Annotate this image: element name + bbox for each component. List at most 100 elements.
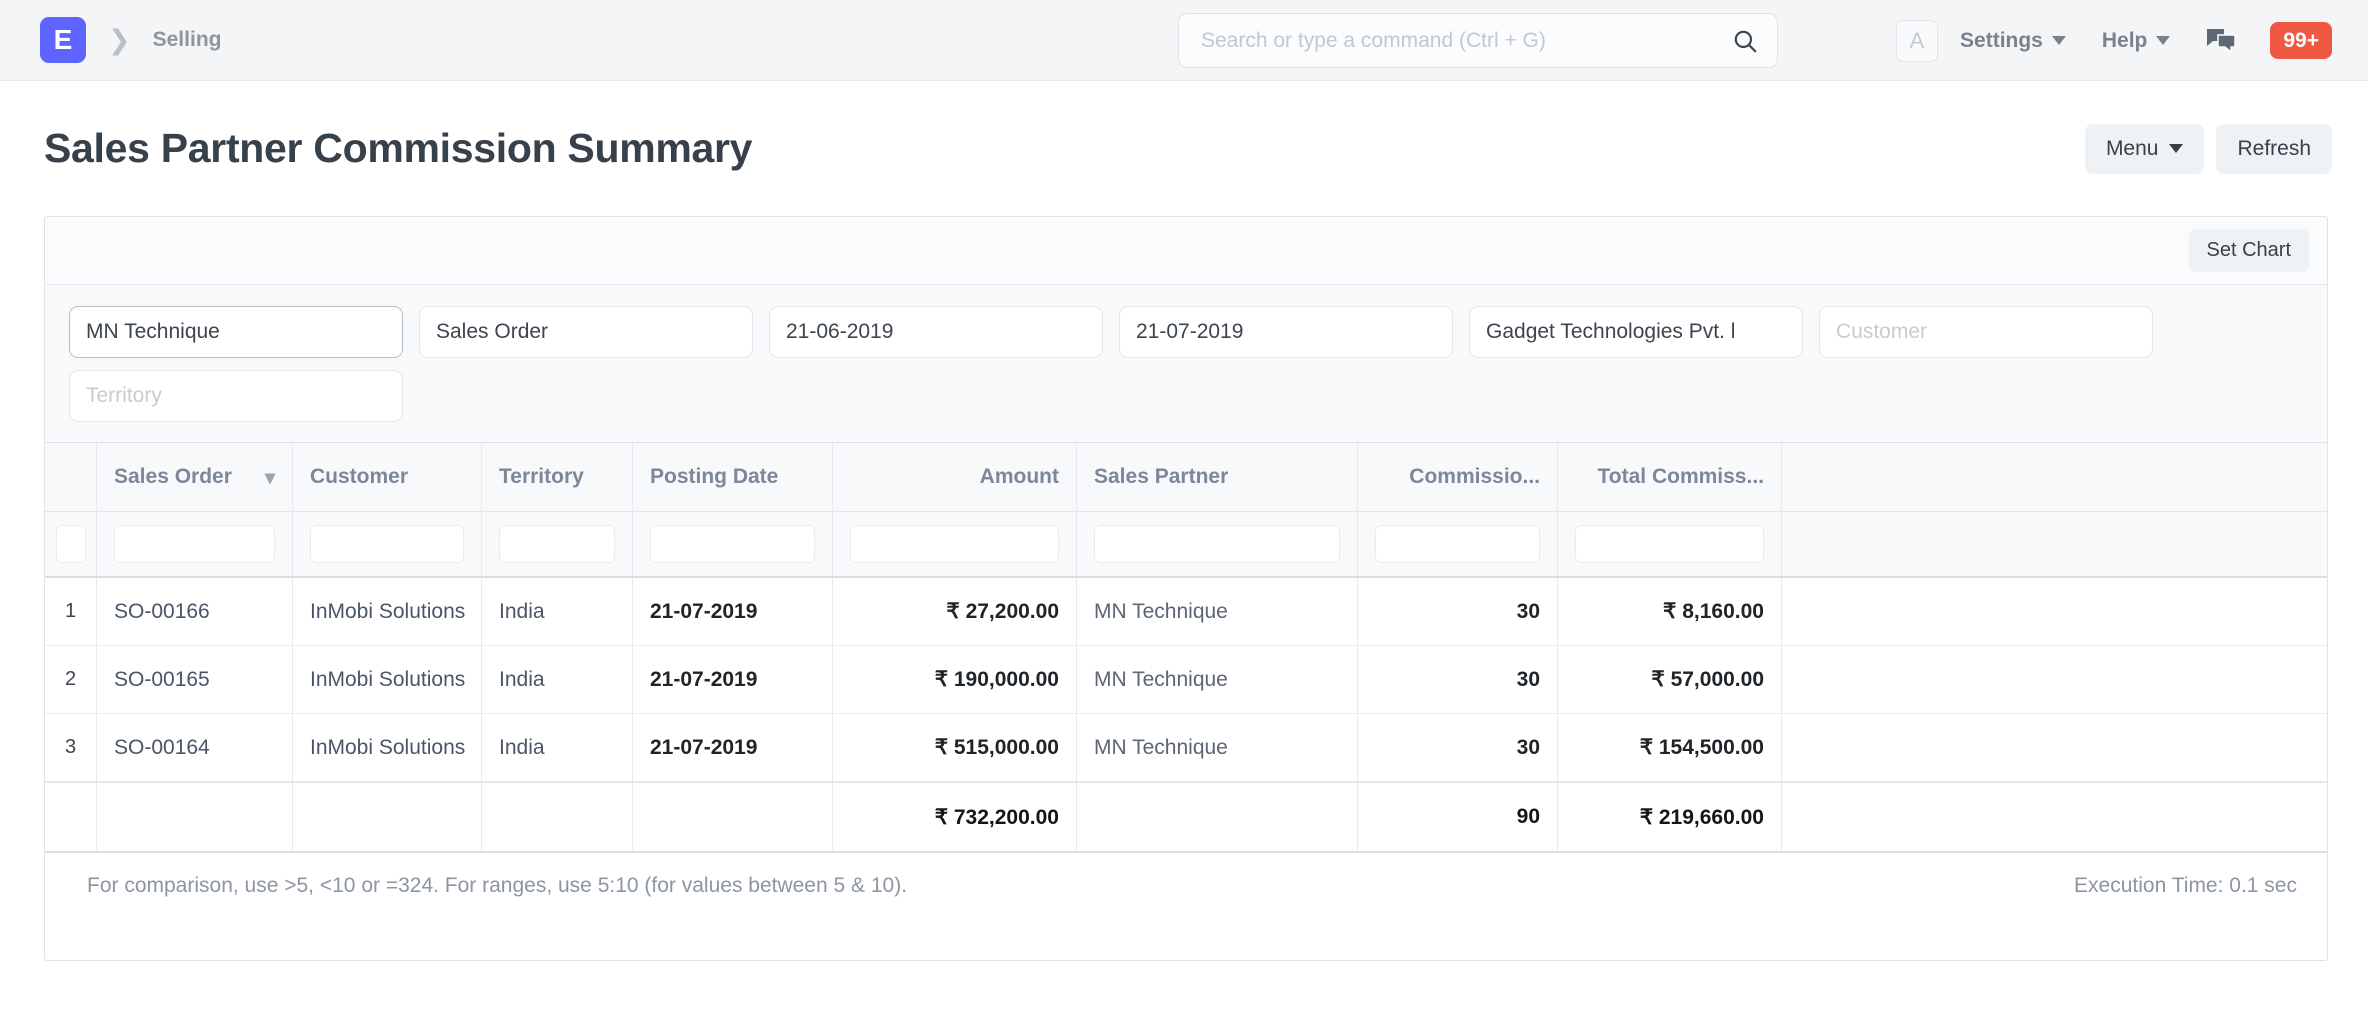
cell-commission-rate[interactable]: 30 bbox=[1358, 646, 1558, 713]
filter-cell bbox=[1461, 300, 1811, 364]
column-header-amount[interactable]: Amount bbox=[833, 443, 1077, 511]
cell-sales-order[interactable]: SO-00165 bbox=[97, 646, 293, 713]
app-logo-icon[interactable]: E bbox=[40, 17, 86, 63]
filter-cell-posting-date bbox=[633, 512, 833, 576]
totals-commission-rate: 90 bbox=[1358, 783, 1558, 851]
table-row[interactable]: 1 SO-00166 InMobi Solutions India 21-07-… bbox=[45, 578, 2327, 646]
filter-cell-sales-partner bbox=[1077, 512, 1358, 576]
settings-menu[interactable]: Settings bbox=[1960, 29, 2066, 53]
avatar[interactable]: A bbox=[1896, 19, 1939, 62]
totals-sales-order bbox=[97, 783, 293, 851]
set-chart-button[interactable]: Set Chart bbox=[2188, 229, 2309, 272]
cell-amount[interactable]: ₹ 27,200.00 bbox=[833, 578, 1077, 645]
column-filter-sales-partner[interactable] bbox=[1094, 525, 1340, 563]
filter-customer[interactable] bbox=[1819, 306, 2153, 358]
chevron-down-icon[interactable]: ▾ bbox=[265, 465, 275, 490]
menu-button[interactable]: Menu bbox=[2084, 123, 2205, 174]
cell-territory[interactable]: India bbox=[482, 714, 633, 781]
datatable-header: Sales Order ▾ Customer Territory Posting… bbox=[45, 443, 2327, 512]
datatable-footer: For comparison, use >5, <10 or =324. For… bbox=[45, 853, 2327, 919]
column-header-customer[interactable]: Customer bbox=[293, 443, 482, 511]
cell-total-commission[interactable]: ₹ 8,160.00 bbox=[1558, 578, 1782, 645]
page-actions: Menu Refresh bbox=[2084, 123, 2332, 174]
search-input[interactable] bbox=[1178, 13, 1778, 68]
settings-label: Settings bbox=[1960, 28, 2043, 52]
navbar-right: A Settings Help 99+ bbox=[1896, 0, 2332, 81]
column-header-total-commission[interactable]: Total Commiss... bbox=[1558, 443, 1782, 511]
filter-document-type[interactable] bbox=[419, 306, 753, 358]
cell-sales-order[interactable]: SO-00166 bbox=[97, 578, 293, 645]
filter-to-date[interactable] bbox=[1119, 306, 1453, 358]
cell-total-commission[interactable]: ₹ 154,500.00 bbox=[1558, 714, 1782, 781]
totals-amount: ₹ 732,200.00 bbox=[833, 783, 1077, 851]
filter-cell bbox=[761, 300, 1111, 364]
filter-territory[interactable] bbox=[69, 370, 403, 422]
cell-posting-date[interactable]: 21-07-2019 bbox=[633, 578, 833, 645]
column-filter-commission-rate[interactable] bbox=[1375, 525, 1540, 563]
column-filter-index[interactable] bbox=[55, 525, 86, 563]
chart-toolbar: Set Chart bbox=[45, 217, 2327, 285]
cell-sales-partner[interactable]: MN Technique bbox=[1077, 646, 1358, 713]
chevron-right-icon: ❯ bbox=[108, 24, 131, 55]
breadcrumb[interactable]: Selling bbox=[153, 28, 222, 52]
filter-company[interactable] bbox=[1469, 306, 1803, 358]
column-filter-customer[interactable] bbox=[310, 525, 464, 563]
chevron-down-icon bbox=[2169, 144, 2184, 153]
cell-total-commission[interactable]: ₹ 57,000.00 bbox=[1558, 646, 1782, 713]
refresh-button[interactable]: Refresh bbox=[2216, 123, 2332, 174]
filter-cell-sales-order bbox=[97, 512, 293, 576]
column-header-territory[interactable]: Territory bbox=[482, 443, 633, 511]
chat-icon[interactable] bbox=[2206, 28, 2237, 54]
cell-filler bbox=[1782, 578, 2327, 645]
totals-filler bbox=[1782, 783, 2327, 851]
column-header-sales-partner[interactable]: Sales Partner bbox=[1077, 443, 1358, 511]
cell-territory[interactable]: India bbox=[482, 578, 633, 645]
cell-posting-date[interactable]: 21-07-2019 bbox=[633, 646, 833, 713]
filter-hint-text: For comparison, use >5, <10 or =324. For… bbox=[87, 874, 908, 897]
cell-filler bbox=[1782, 714, 2327, 781]
totals-sales-partner bbox=[1077, 783, 1358, 851]
cell-territory[interactable]: India bbox=[482, 646, 633, 713]
cell-posting-date[interactable]: 21-07-2019 bbox=[633, 714, 833, 781]
cell-commission-rate[interactable]: 30 bbox=[1358, 714, 1558, 781]
column-header-posting-date[interactable]: Posting Date bbox=[633, 443, 833, 511]
filter-cell-filler bbox=[1782, 512, 2327, 576]
cell-sales-order[interactable]: SO-00164 bbox=[97, 714, 293, 781]
cell-customer[interactable]: InMobi Solutions bbox=[293, 646, 482, 713]
filter-sales-partner[interactable] bbox=[69, 306, 403, 358]
notification-badge[interactable]: 99+ bbox=[2270, 21, 2332, 60]
column-filter-posting-date[interactable] bbox=[650, 525, 815, 563]
cell-sales-partner[interactable]: MN Technique bbox=[1077, 714, 1358, 781]
datatable: Sales Order ▾ Customer Territory Posting… bbox=[45, 443, 2327, 919]
filter-cell-total-commission bbox=[1558, 512, 1782, 576]
report-filters bbox=[45, 285, 2327, 443]
filter-cell bbox=[411, 300, 761, 364]
column-filter-amount[interactable] bbox=[850, 525, 1059, 563]
help-menu[interactable]: Help bbox=[2102, 29, 2171, 53]
cell-amount[interactable]: ₹ 515,000.00 bbox=[833, 714, 1077, 781]
navbar: E ❯ Selling A Settings Help 99+ bbox=[0, 0, 2368, 81]
filter-from-date[interactable] bbox=[769, 306, 1103, 358]
page-title: Sales Partner Commission Summary bbox=[44, 125, 753, 171]
column-filter-total-commission[interactable] bbox=[1575, 525, 1764, 563]
column-header-commission-rate[interactable]: Commissio... bbox=[1358, 443, 1558, 511]
filter-cell bbox=[61, 364, 411, 428]
cell-customer[interactable]: InMobi Solutions bbox=[293, 714, 482, 781]
filter-cell-index bbox=[45, 512, 97, 576]
row-index: 2 bbox=[45, 646, 97, 713]
cell-sales-partner[interactable]: MN Technique bbox=[1077, 578, 1358, 645]
cell-amount[interactable]: ₹ 190,000.00 bbox=[833, 646, 1077, 713]
totals-index bbox=[45, 783, 97, 851]
row-index: 1 bbox=[45, 578, 97, 645]
table-row[interactable]: 2 SO-00165 InMobi Solutions India 21-07-… bbox=[45, 646, 2327, 714]
cell-commission-rate[interactable]: 30 bbox=[1358, 578, 1558, 645]
cell-customer[interactable]: InMobi Solutions bbox=[293, 578, 482, 645]
totals-total-commission: ₹ 219,660.00 bbox=[1558, 783, 1782, 851]
menu-button-label: Menu bbox=[2105, 136, 2159, 160]
chevron-down-icon bbox=[2051, 36, 2066, 45]
column-filter-sales-order[interactable] bbox=[114, 525, 275, 563]
column-filter-territory[interactable] bbox=[499, 525, 615, 563]
column-header-sales-order[interactable]: Sales Order ▾ bbox=[97, 443, 293, 511]
table-row[interactable]: 3 SO-00164 InMobi Solutions India 21-07-… bbox=[45, 714, 2327, 782]
chevron-down-icon bbox=[2156, 36, 2171, 45]
